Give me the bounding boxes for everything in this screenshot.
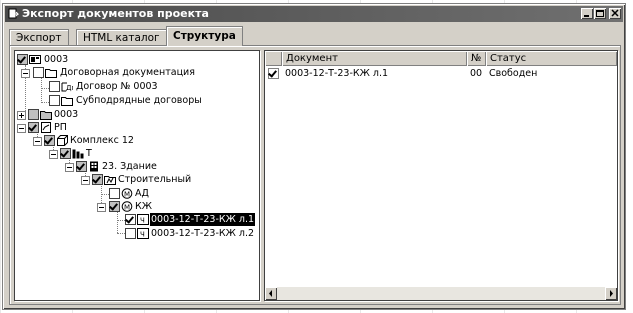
column-header-status[interactable]: Статус (486, 51, 617, 66)
tab-structure[interactable]: Структура (166, 26, 243, 46)
tree-checkbox[interactable] (28, 122, 39, 133)
tree-node-label: Комплекс 12 (70, 135, 134, 146)
project-tree[interactable]: 0003 Договорная документация Дг Договор … (14, 50, 260, 301)
tree-checkbox[interactable] (92, 174, 103, 185)
minimize-button[interactable] (581, 8, 593, 19)
collapse-toggle[interactable] (81, 176, 90, 185)
tree-node-label: Договорная документация (60, 67, 195, 78)
column-header-number[interactable]: № (467, 51, 486, 66)
maximize-button[interactable] (594, 8, 606, 19)
sheet-icon: Ч (137, 228, 149, 239)
tree-node-label: КЖ (135, 201, 152, 212)
row-number-cell: 00 (470, 68, 483, 79)
document-icon (41, 122, 51, 133)
mark-icon: М (121, 201, 133, 212)
tree-node-label: Субподрядные договоры (76, 95, 202, 106)
tree-checkbox[interactable] (28, 109, 39, 120)
building-group-icon (72, 149, 84, 159)
tree-node-label: 0003 (44, 54, 69, 65)
minimize-icon (584, 15, 589, 17)
collapse-toggle[interactable] (49, 150, 58, 159)
documents-list[interactable]: Документ № Статус 0003-12-Т-23-КЖ л.1 00… (264, 50, 618, 301)
collapse-toggle[interactable] (97, 203, 106, 212)
tree-checkbox[interactable] (60, 148, 71, 159)
svg-text:М: М (124, 191, 130, 199)
mark-icon: М (121, 188, 133, 199)
tree-checkbox[interactable] (49, 95, 60, 106)
svg-text:Ч: Ч (140, 217, 145, 225)
column-header-document[interactable]: Документ (282, 51, 467, 66)
project-icon (29, 55, 41, 64)
maximize-icon (596, 10, 604, 17)
tree-checkbox[interactable] (17, 54, 28, 65)
tree-node-label: 23. Здание (102, 161, 157, 172)
collapse-toggle[interactable] (21, 69, 30, 78)
building-icon (90, 161, 98, 172)
collapse-toggle[interactable] (17, 124, 26, 133)
folder-icon (40, 111, 52, 120)
tree-node-label: Т (86, 148, 92, 159)
tree-checkbox[interactable] (125, 214, 136, 225)
window-title: Экспорт документов проекта (22, 7, 209, 20)
row-document-cell: 0003-12-Т-23-КЖ л.1 (285, 68, 389, 79)
contract-icon: Дг (61, 82, 73, 92)
tree-node-label: Договор № 0003 (76, 81, 158, 92)
tree-checkbox[interactable] (125, 228, 136, 239)
column-header-check[interactable] (265, 51, 282, 66)
tree-node-label: РП (54, 122, 67, 133)
row-checkbox-cell[interactable] (268, 67, 280, 80)
app-icon (8, 8, 19, 19)
close-icon (611, 9, 619, 17)
tab-export[interactable]: Экспорт (9, 29, 69, 46)
horizontal-scrollbar[interactable] (265, 287, 617, 300)
row-checkbox[interactable] (268, 68, 279, 79)
tree-node-label: 0003 (54, 109, 79, 120)
tree-checkbox[interactable] (49, 81, 60, 92)
tab-html-catalog[interactable]: HTML каталог (76, 29, 167, 46)
title-bar[interactable]: Экспорт документов проекта (5, 6, 623, 22)
arrow-left-icon (269, 290, 272, 297)
tree-checkbox[interactable] (44, 135, 55, 146)
arrow-right-icon (610, 290, 613, 297)
export-dialog: Экспорт документов проекта Экспорт HTML … (2, 3, 626, 310)
structure-tab-panel: 0003 Договорная документация Дг Договор … (9, 45, 621, 305)
tree-node-label: АД (135, 188, 149, 199)
tree-node-label: 0003-12-Т-23-КЖ л.1 (150, 213, 256, 226)
folder-icon (45, 69, 57, 78)
scroll-left-button[interactable] (265, 287, 277, 300)
svg-text:М: М (124, 204, 130, 212)
svg-text:Ч: Ч (140, 231, 145, 239)
complex-icon (57, 135, 68, 146)
tree-node-label: Строительный (118, 174, 192, 185)
discipline-folder-icon (104, 176, 116, 185)
close-button[interactable] (609, 8, 621, 19)
tree-checkbox[interactable] (33, 67, 44, 78)
sheet-icon: Ч (137, 214, 149, 225)
collapse-toggle[interactable] (33, 137, 42, 146)
tree-node-label: 0003-12-Т-23-КЖ л.2 (151, 228, 255, 239)
row-status-cell: Свободен (489, 68, 538, 79)
folder-icon (61, 97, 73, 106)
scroll-right-button[interactable] (605, 287, 617, 300)
svg-text:Дг: Дг (66, 84, 73, 92)
expand-toggle[interactable] (17, 111, 26, 120)
tree-checkbox[interactable] (109, 188, 120, 199)
collapse-toggle[interactable] (65, 163, 74, 172)
tree-checkbox[interactable] (76, 161, 87, 172)
tree-checkbox[interactable] (109, 201, 120, 212)
